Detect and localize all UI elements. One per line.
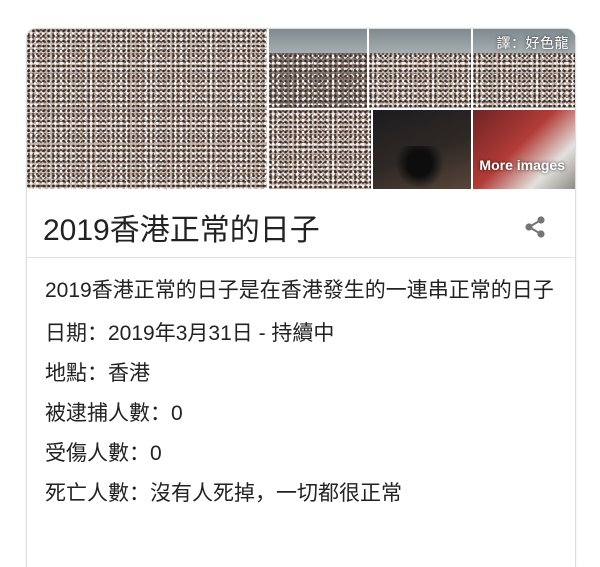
fact-value: 香港 [108,362,150,385]
image-gallery[interactable]: 譯：好色龍 More images [27,29,575,189]
knowledge-panel: 譯：好色龍 More images 2019香港正常的日子 2019香港正常的日… [26,28,576,567]
protest-crowd-image-5[interactable] [269,110,371,189]
fact-value: 沒有人死掉，一切都很正常 [150,482,402,505]
fact-label: 死亡人數 [45,482,129,505]
title-row: 2019香港正常的日子 [27,189,575,258]
protest-night-image[interactable] [373,110,471,189]
description-text: 2019香港正常的日子是在香港發生的一連串正常的日子 [45,279,554,302]
fact-label: 日期 [45,322,87,345]
protest-crowd-image-main[interactable] [27,29,267,189]
details-section: 2019香港正常的日子是在香港發生的一連串正常的日子 日期：2019年3月31日… [45,277,565,520]
fact-separator: ： [87,362,108,385]
protest-crowd-image-3[interactable] [369,29,471,108]
fact-arrested: 被逮捕人數：0 [45,400,565,428]
fact-label: 受傷人數 [45,442,129,465]
fact-deaths: 死亡人數：沒有人死掉，一切都很正常 [45,480,565,508]
fact-separator: ： [150,402,171,425]
fact-value: 0 [150,442,162,465]
page-title: 2019香港正常的日子 [43,214,320,247]
share-button[interactable] [521,213,549,241]
fact-date: 日期：2019年3月31日 - 持續中 [45,320,565,348]
fact-value: 0 [171,402,183,425]
fact-label: 被逮捕人數 [45,402,150,425]
protest-red-image[interactable] [473,110,575,189]
fact-value: 2019年3月31日 - 持續中 [108,322,335,345]
fact-label: 地點 [45,362,87,385]
fact-injured: 受傷人數：0 [45,440,565,468]
fact-separator: ： [87,322,108,345]
share-icon [525,216,545,238]
fact-separator: ： [129,442,150,465]
protest-crowd-image-2[interactable] [269,29,367,108]
fact-location: 地點：香港 [45,360,565,388]
more-images-link[interactable]: More images [479,157,565,173]
fact-separator: ： [129,482,150,505]
watermark-text: 譯：好色龍 [496,36,569,52]
protest-crowd-image-4[interactable]: 譯：好色龍 [473,29,575,108]
